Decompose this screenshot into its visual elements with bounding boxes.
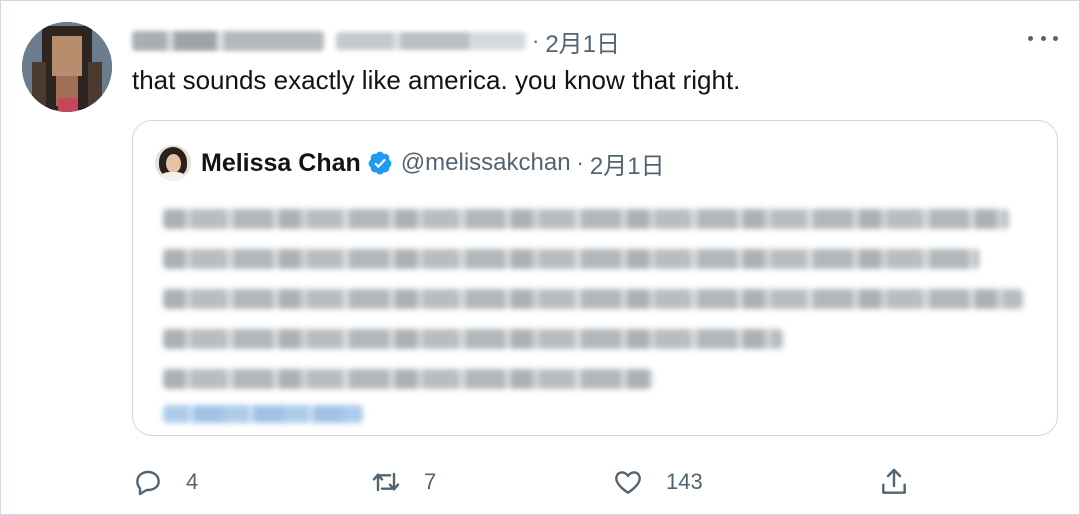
more-horizontal-icon[interactable] (1028, 28, 1058, 48)
tweet-timestamp[interactable]: 2月1日 (545, 24, 620, 59)
like-button[interactable]: 143 (612, 460, 703, 504)
heart-icon (615, 471, 641, 494)
like-count: 143 (666, 469, 703, 494)
tweet-header: · 2月1日 (132, 24, 620, 58)
reply-count: 4 (186, 469, 199, 494)
separator-dot: · (576, 150, 584, 175)
retweet-count: 7 (424, 469, 437, 494)
quoted-tweet-timestamp[interactable]: 2月1日 (590, 146, 665, 181)
reply-button[interactable]: 4 (132, 460, 198, 504)
quoted-author-handle[interactable]: @melissakchan (401, 149, 571, 177)
avatar[interactable] (22, 22, 112, 112)
retweet-icon (372, 472, 400, 492)
quoted-text-blurred (163, 209, 1009, 229)
retweet-button[interactable]: 7 (370, 460, 436, 504)
separator-dot: · (532, 28, 540, 53)
tweet-text: that sounds exactly like america. you kn… (132, 65, 741, 95)
quoted-text-blurred (163, 249, 979, 269)
reply-icon (136, 470, 160, 496)
quoted-author-name[interactable]: Melissa Chan (201, 149, 361, 178)
tweet-actions: 4 7 143 (132, 460, 922, 504)
author-handle-blurred[interactable] (336, 32, 526, 50)
quoted-author-avatar[interactable] (155, 145, 191, 181)
verified-badge-icon (368, 151, 392, 175)
quoted-tweet[interactable]: Melissa Chan @melissakchan · 2月1日 (132, 120, 1058, 436)
quoted-text-blurred (163, 289, 1023, 309)
author-name-blurred[interactable] (132, 31, 324, 51)
quoted-tweet-header: Melissa Chan @melissakchan · 2月1日 (155, 143, 665, 183)
quoted-text-blurred (163, 329, 783, 349)
quoted-text-blurred (163, 369, 653, 389)
share-icon (882, 468, 906, 494)
share-button[interactable] (878, 460, 910, 504)
quoted-link-blurred[interactable] (163, 405, 363, 423)
